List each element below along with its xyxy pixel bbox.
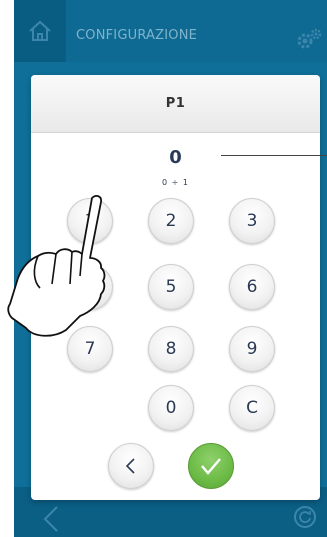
key-8[interactable]: 8 bbox=[148, 326, 194, 372]
value-display: 0 bbox=[169, 147, 182, 168]
gears-icon[interactable] bbox=[295, 27, 323, 51]
dialog-header: P1 bbox=[31, 75, 320, 133]
value-range: 0 ÷ 1 bbox=[162, 178, 189, 187]
page-title: CONFIGURAZIONE bbox=[76, 28, 198, 43]
key-0[interactable]: 0 bbox=[148, 385, 194, 431]
key-9[interactable]: 9 bbox=[229, 326, 275, 372]
key-2[interactable]: 2 bbox=[148, 198, 194, 244]
home-icon bbox=[29, 20, 51, 41]
key-5[interactable]: 5 bbox=[148, 264, 194, 310]
chevron-left-icon bbox=[125, 458, 135, 474]
backspace-button[interactable] bbox=[108, 443, 154, 489]
top-bar: CONFIGURAZIONE bbox=[14, 0, 327, 62]
key-clear[interactable]: C bbox=[229, 385, 275, 431]
pointing-hand-icon bbox=[7, 195, 106, 337]
pointer-line bbox=[221, 155, 327, 156]
chevron-left-icon[interactable] bbox=[42, 505, 60, 533]
dialog-title: P1 bbox=[165, 96, 186, 111]
key-6[interactable]: 6 bbox=[229, 264, 275, 310]
key-3[interactable]: 3 bbox=[229, 198, 275, 244]
home-button[interactable] bbox=[14, 0, 66, 62]
checkmark-icon bbox=[201, 458, 221, 475]
refresh-icon[interactable] bbox=[293, 505, 317, 529]
confirm-button[interactable] bbox=[188, 443, 234, 489]
